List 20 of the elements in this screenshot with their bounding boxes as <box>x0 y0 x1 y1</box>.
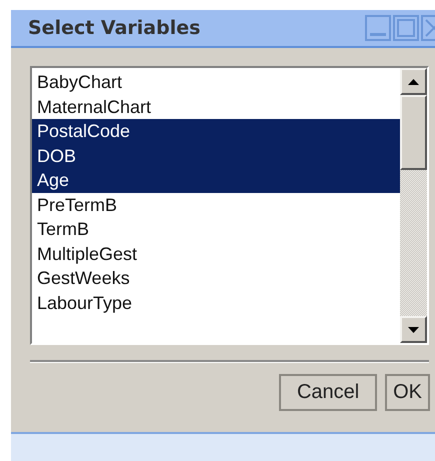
up-arrow-icon <box>408 78 419 84</box>
scroll-up-button[interactable] <box>400 68 427 95</box>
list-item[interactable]: BabyChart <box>32 70 400 94</box>
scroll-thumb[interactable] <box>400 95 427 170</box>
ok-button[interactable]: OK <box>385 374 430 411</box>
list-item[interactable]: PreTermB <box>32 192 400 217</box>
list-item[interactable]: Age <box>32 168 400 192</box>
down-arrow-icon <box>408 326 419 332</box>
list-item[interactable]: LabourType <box>32 290 400 315</box>
scrollbar[interactable] <box>400 68 427 343</box>
list-item[interactable]: TermB <box>32 217 400 242</box>
list-item[interactable]: DOB <box>32 144 400 168</box>
list-item[interactable]: PostalCode <box>32 119 400 144</box>
list-item[interactable]: MaternalChart <box>32 94 400 119</box>
cancel-button[interactable]: Cancel <box>279 374 378 411</box>
window-title: Select Variables <box>28 17 200 39</box>
list-item[interactable]: MultipleGest <box>32 242 400 266</box>
list-item[interactable]: GestWeeks <box>32 266 400 290</box>
variable-list[interactable]: BabyChart MaternalChart PostalCode DOB Age PreTermB TermB MultipleGest GestWeeks LabourType <box>30 66 429 345</box>
scroll-down-button[interactable] <box>400 316 427 343</box>
